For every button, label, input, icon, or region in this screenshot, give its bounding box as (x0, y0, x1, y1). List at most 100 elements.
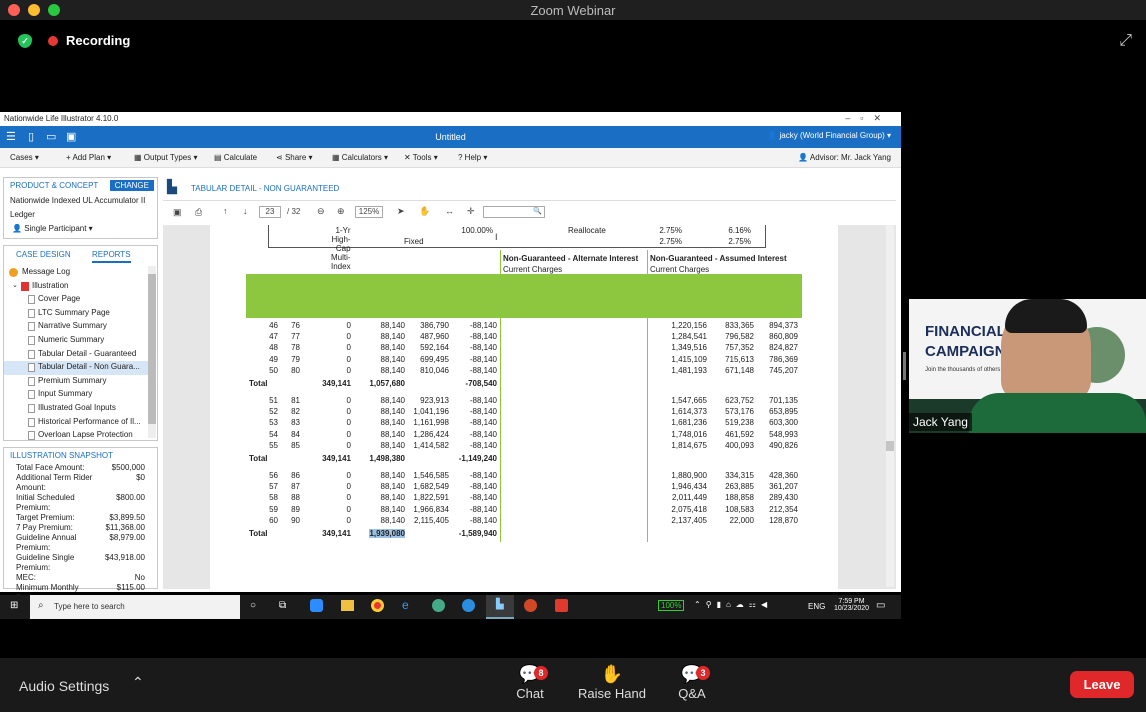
report-label: LTC Summary Page (38, 307, 110, 317)
reports-scrollbar[interactable] (148, 266, 156, 438)
audio-caret-icon[interactable]: ⌃ (132, 674, 144, 691)
report-item[interactable]: Narrative Summary (4, 320, 148, 334)
video-resize-handle[interactable] (903, 352, 906, 380)
tray-icons[interactable]: ⌃⚲▮⌂☁⚏◀ (694, 600, 772, 609)
total-cell: -1,149,240 (458, 454, 497, 463)
powerpoint-icon[interactable] (524, 599, 537, 612)
report-item[interactable]: Overloan Lapse Protection (4, 429, 148, 443)
report-item[interactable]: Historical Performance of Il... (4, 416, 148, 430)
ledger-cell: 428,360 (769, 471, 798, 480)
print-icon[interactable]: ⎙ (195, 207, 202, 218)
report-item[interactable]: Illustrated Goal Inputs (4, 402, 148, 416)
ledger-cell: 701,135 (769, 396, 798, 405)
fit-width-icon[interactable]: ↔ (445, 206, 454, 216)
menu-add-plan[interactable]: + Add Plan ▾ (66, 153, 111, 162)
qa-button[interactable]: 💬 3 Q&A (672, 664, 712, 708)
menu-share[interactable]: ⋖ Share ▾ (276, 153, 313, 162)
clock-date: 10/23/2020 (834, 605, 870, 612)
snapshot-label: Additional Term Rider Amount: (16, 473, 93, 492)
menu-tools[interactable]: ✕ Tools ▾ (404, 153, 438, 162)
tab-case-design[interactable]: CASE DESIGN (16, 250, 71, 259)
zoom-app-icon[interactable] (310, 599, 323, 612)
battery-indicator[interactable]: 100% (658, 600, 685, 611)
zoom-out-icon[interactable]: ⊖ (317, 206, 325, 217)
file-explorer-icon[interactable] (341, 600, 354, 611)
cortana-icon[interactable]: ○ (250, 600, 256, 611)
audio-settings-label[interactable]: Audio Settings (19, 678, 109, 694)
edge-icon[interactable] (462, 599, 475, 612)
menu-calculators[interactable]: ▦ Calculators ▾ (332, 153, 388, 162)
expand-icon[interactable]: ⤢ (1119, 32, 1132, 50)
next-page-icon[interactable]: ↓ (243, 206, 248, 216)
ie-icon[interactable]: e (402, 598, 409, 612)
chrome-icon[interactable] (371, 599, 384, 612)
report-item-illustration[interactable]: ⌄ Illustration (4, 280, 148, 294)
zoom-level-input[interactable]: 125% (355, 206, 383, 218)
leave-button[interactable]: Leave (1070, 671, 1134, 698)
ledger-cell: -88,140 (469, 471, 497, 480)
illustrator-app-icon[interactable]: ▙ (486, 595, 514, 619)
snapshot-value: $11,368.00 (105, 523, 145, 532)
change-button[interactable]: CHANGE (109, 180, 154, 191)
security-shield-icon[interactable]: ✓ (18, 33, 32, 48)
allocation-cell: Fixed (404, 237, 424, 246)
scrollbar-thumb[interactable] (886, 441, 894, 451)
windows-start-icon[interactable]: ⊞ (10, 600, 18, 611)
select-tool-icon[interactable]: ➤ (397, 206, 405, 217)
chat-button[interactable]: 💬 8 Chat (510, 664, 550, 708)
viewer-scrollbar[interactable] (886, 225, 894, 587)
menu-cases[interactable]: Cases ▾ (10, 153, 39, 162)
acrobat-icon[interactable] (555, 599, 568, 612)
ledger-cell: -88,140 (469, 515, 497, 525)
report-item[interactable]: LTC Summary Page (4, 307, 148, 321)
report-item[interactable]: Numeric Summary (4, 334, 148, 348)
window-controls[interactable]: –▫✕ (845, 113, 891, 124)
save-pdf-icon[interactable]: ▣ (173, 207, 182, 218)
report-item[interactable]: Cover Page (4, 293, 148, 307)
total-label: Total (249, 379, 268, 388)
fit-page-icon[interactable]: ✛ (467, 206, 475, 217)
chat-badge: 8 (534, 666, 548, 680)
pan-tool-icon[interactable]: ✋ (419, 206, 430, 217)
nationwide-logo-icon: ▙ (496, 599, 504, 610)
page-icon (28, 376, 35, 386)
clock[interactable]: 7:59 PM 10/23/2020 (834, 598, 869, 612)
task-view-icon[interactable]: ⧉ (279, 600, 286, 611)
menu-help[interactable]: ? Help ▾ (458, 153, 487, 162)
menu-calculate[interactable]: ▤ Calculate (214, 153, 257, 162)
ledger-cell: -88,140 (469, 365, 497, 375)
report-label: Numeric Summary (38, 334, 105, 344)
zoom-window-title: Zoom Webinar (530, 3, 616, 18)
menu-label: Cases (10, 153, 33, 162)
report-item[interactable]: Input Summary (4, 388, 148, 402)
collapse-icon[interactable]: ⌄ (12, 281, 18, 289)
participant-video[interactable]: FINANCIAL LITERACY CAMPAIGN Join the tho… (909, 299, 1146, 433)
report-item[interactable]: Tabular Detail - Guaranteed (4, 348, 148, 362)
raise-hand-button[interactable]: ✋ Raise Hand (576, 664, 648, 708)
report-item[interactable]: Premium Summary (4, 375, 148, 389)
zoom-in-icon[interactable]: ⊕ (337, 206, 345, 217)
input-language[interactable]: ENG (808, 602, 825, 611)
report-label: Message Log (22, 267, 71, 276)
search-input[interactable]: 🔍 (483, 206, 545, 218)
taskbar-search[interactable]: ⌕ Type here to search (30, 595, 240, 619)
page-icon (28, 417, 35, 427)
prev-page-icon[interactable]: ↑ (223, 206, 228, 216)
participant-select[interactable]: 👤 Single Participant ▾ (12, 224, 93, 233)
snapshot-row: Additional Term Rider Amount: $0 (4, 473, 157, 493)
scrollbar-thumb[interactable] (148, 274, 156, 424)
app-icon[interactable] (432, 599, 445, 612)
snapshot-value: $500,000 (111, 463, 145, 472)
page-icon (28, 363, 35, 373)
taskbar-search-placeholder: Type here to search (54, 602, 125, 611)
report-item-message-log[interactable]: Message Log (4, 266, 148, 280)
menu-label: Output Types (143, 153, 192, 162)
notification-icon[interactable]: ▭ (876, 600, 885, 611)
allocation-cell: 1-Yr High-Cap Multi-Index (331, 226, 351, 271)
user-menu[interactable]: 👤 jacky (World Financial Group) ▾ (767, 131, 891, 140)
page-number-input[interactable]: 23 (259, 206, 281, 218)
user-name: jacky (World Financial Group) (779, 131, 885, 140)
report-item-selected[interactable]: Tabular Detail - Non Guara... (4, 361, 148, 375)
menu-output-types[interactable]: ▦ Output Types ▾ (134, 153, 197, 162)
tab-reports[interactable]: REPORTS (92, 250, 131, 263)
